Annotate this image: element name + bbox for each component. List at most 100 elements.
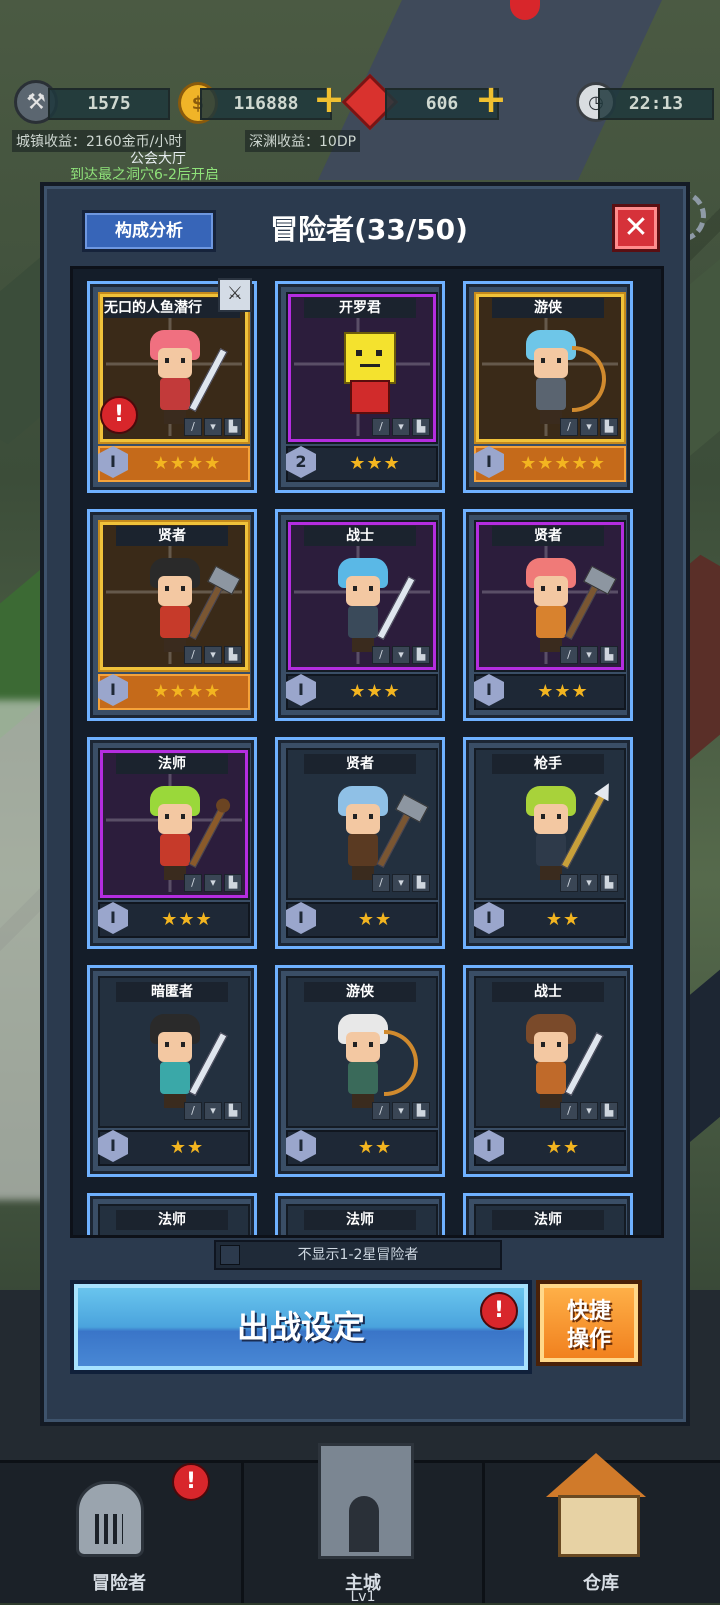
weapon-slot-icon: /	[184, 1102, 202, 1120]
character-legs	[164, 866, 186, 880]
quick-action-label-1: 快捷	[566, 1299, 611, 1324]
adventurer-grid[interactable]: 无口的人鱼潜行 / ▾ ▙! ⚔ I ★★★★ 开罗君 / ▾ ▙ 2 ★★★ 游侠 / ▾ ▙ I ★★★★★ 贤者…	[70, 266, 664, 1238]
weapon-slot-icon: /	[560, 1102, 578, 1120]
character-face	[158, 1032, 192, 1062]
adventurer-card[interactable]: 无口的人鱼潜行 / ▾ ▙! ⚔ I ★★★★	[87, 278, 257, 493]
adventurer-card[interactable]: 法师	[463, 1193, 633, 1235]
adventurer-card[interactable]: 游侠 / ▾ ▙ I ★★	[275, 965, 445, 1177]
armor-slot-icon: ▾	[580, 1102, 598, 1120]
weapon-slot-icon: /	[184, 418, 202, 436]
equipment-slots: / ▾ ▙	[372, 1102, 430, 1120]
adventurer-card[interactable]: 贤者 / ▾ ▙ I ★★	[275, 737, 445, 949]
boots-slot-icon: ▙	[412, 646, 430, 664]
adventurer-card[interactable]: 枪手 / ▾ ▙ I ★★	[463, 737, 633, 949]
equipment-slots: / ▾ ▙	[560, 646, 618, 664]
adventurer-name: 游侠	[304, 982, 416, 1002]
adventurer-card[interactable]: 法师 / ▾ ▙ I ★★★	[87, 737, 257, 949]
battle-setup-button[interactable]: 出战设定 !	[70, 1280, 532, 1374]
character-face	[346, 804, 380, 834]
rank-bar: I ★★★	[286, 674, 438, 710]
weapon-slot-icon: /	[560, 874, 578, 892]
character-legs	[352, 638, 374, 652]
hide-low-star-toggle[interactable]: 不显示1-2星冒险者	[214, 1240, 502, 1270]
adventurer-name: 枪手	[492, 754, 604, 774]
boots-slot-icon: ▙	[600, 1102, 618, 1120]
adventurer-name: 战士	[304, 526, 416, 546]
nav-warehouse[interactable]: 仓库	[482, 1453, 720, 1603]
character-face	[158, 576, 192, 606]
adventurer-card[interactable]: 贤者 / ▾ ▙ I ★★★★	[87, 509, 257, 721]
weapon-slot-icon: /	[560, 646, 578, 664]
adventurer-name: 法师	[304, 1210, 416, 1230]
star-rating: ★★	[545, 909, 581, 930]
level-hex-badge: I	[286, 674, 316, 706]
adventurer-portrait	[314, 1006, 418, 1110]
adventurer-card[interactable]: 暗匿者 / ▾ ▙ I ★★	[87, 965, 257, 1177]
close-button[interactable]: ✕	[612, 204, 660, 252]
boots-slot-icon: ▙	[600, 418, 618, 436]
character-face	[534, 804, 568, 834]
star-rating: ★★★★★	[520, 453, 606, 474]
robot-body	[350, 380, 390, 414]
character-body	[348, 1062, 378, 1094]
adventurer-card[interactable]: 法师	[275, 1193, 445, 1235]
nav-adventurers[interactable]: ! 冒险者	[0, 1463, 238, 1603]
level-hex-badge: I	[286, 1130, 316, 1162]
adventurer-portrait	[314, 550, 416, 654]
portrait-frame: 贤者 / ▾ ▙	[474, 520, 626, 672]
character-legs	[164, 638, 186, 652]
adventurer-card[interactable]: 法师	[87, 1193, 257, 1235]
roof-shape	[546, 1453, 646, 1497]
adventurer-card[interactable]: 贤者 / ▾ ▙ I ★★★	[463, 509, 633, 721]
character-face	[346, 576, 380, 606]
add-gem-button[interactable]: +	[474, 77, 508, 121]
adventurer-panel: 构成分析 冒险者(33/50) ✕ 无口的人鱼潜行 / ▾ ▙! ⚔ I ★★★★ 开罗君 / ▾…	[40, 182, 690, 1426]
composition-analysis-button[interactable]: 构成分析	[82, 210, 216, 252]
adventurer-name: 贤者	[116, 526, 228, 546]
add-gold-button[interactable]: +	[312, 77, 346, 121]
character-legs	[540, 1094, 562, 1108]
portrait-frame: 战士 / ▾ ▙	[474, 976, 626, 1128]
game-time: 22:13	[598, 88, 714, 120]
level-hex-badge: I	[98, 674, 128, 706]
character-face	[534, 576, 568, 606]
adventurer-card[interactable]: 战士 / ▾ ▙ I ★★★	[275, 509, 445, 721]
adventurer-card[interactable]: 开罗君 / ▾ ▙ 2 ★★★	[275, 281, 445, 493]
adventurer-card[interactable]: 游侠 / ▾ ▙ I ★★★★★	[463, 281, 633, 493]
character-legs	[164, 410, 186, 424]
abyss-income-label: 深渊收益：10DP	[245, 130, 361, 152]
armor-slot-icon: ▾	[204, 874, 222, 892]
battle-setup-label: 出战设定	[236, 1308, 365, 1346]
character-body	[536, 1062, 566, 1094]
character-body	[160, 606, 190, 638]
rank-bar: I ★★	[98, 1130, 250, 1166]
armor-slot-icon: ▾	[392, 1102, 410, 1120]
adventurer-name: 战士	[492, 982, 604, 1002]
boots-slot-icon: ▙	[412, 418, 430, 436]
portrait-frame: 法师	[474, 1204, 626, 1235]
weapon-slot-icon: /	[184, 874, 202, 892]
quick-action-button[interactable]: 快捷 操作	[536, 1280, 642, 1366]
armor-slot-icon: ▾	[580, 418, 598, 436]
equipment-slots: / ▾ ▙	[184, 874, 242, 892]
checkbox-icon[interactable]	[220, 1245, 240, 1265]
equipment-slots: / ▾ ▙	[372, 874, 430, 892]
boots-slot-icon: ▙	[412, 1102, 430, 1120]
character-legs	[164, 1094, 186, 1108]
rank-bar: I ★★	[286, 902, 438, 938]
adventurer-name: 开罗君	[304, 298, 416, 318]
rank-bar: I ★★★★	[98, 674, 250, 710]
star-rating: ★★	[357, 1137, 393, 1158]
resource-counter: 1575	[48, 88, 170, 120]
weapon-slot-icon: /	[372, 646, 390, 664]
adventurer-card[interactable]: 战士 / ▾ ▙ I ★★	[463, 965, 633, 1177]
boots-slot-icon: ▙	[600, 874, 618, 892]
nav-main-city[interactable]: 主城 Lv1	[241, 1443, 485, 1605]
adventurer-portrait	[314, 322, 410, 426]
adventurer-portrait	[502, 550, 604, 654]
character-face	[534, 1032, 568, 1062]
adventurer-name: 贤者	[304, 754, 416, 774]
knight-helmet-icon	[76, 1481, 144, 1557]
alert-icon: !	[100, 396, 138, 434]
weapon-slot-icon: /	[560, 418, 578, 436]
